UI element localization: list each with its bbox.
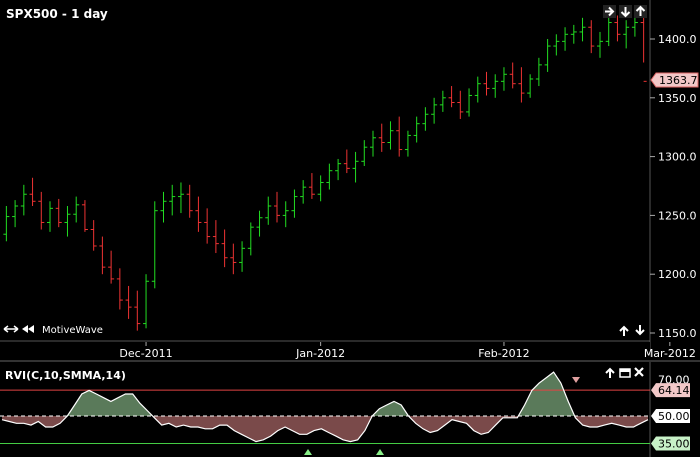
arrow-up-icon[interactable] (634, 5, 647, 18)
price-tick-label: 1150.0 (658, 327, 697, 340)
rvi-axis: 70.0064.1450.0035.00 (651, 373, 690, 451)
price-panel-background (0, 0, 700, 342)
rvi-tick-label: 50.00 (658, 410, 690, 423)
price-tick-label: 1350.0 (658, 92, 697, 105)
rvi-tick-label: 35.00 (658, 437, 690, 450)
last-price-label: 1363.7 (659, 74, 698, 87)
chart-title: SPX500 - 1 day (6, 7, 108, 21)
arrow-right-icon[interactable] (603, 5, 616, 18)
price-tick-label: 1300.0 (658, 151, 697, 164)
price-panel[interactable]: 1400.0 1350.0 1300.0 1250.0 1200.0 1150.0 SPX… (0, 0, 700, 357)
arrow-down-icon[interactable] (619, 5, 632, 18)
date-tick-label: Jan-2012 (295, 347, 345, 360)
date-tick-label: Dec-2011 (119, 347, 172, 360)
date-tick-label: Feb-2012 (478, 347, 529, 360)
chart-window: 1400.0 1350.0 1300.0 1250.0 1200.0 1150.0 SPX… (0, 0, 700, 457)
rvi-tick-label: 64.14 (658, 384, 690, 397)
last-price-badge: 1363.7 (650, 72, 699, 88)
price-tick-label: 1250.0 (658, 209, 697, 222)
price-tick-label: 1400.0 (658, 33, 697, 46)
price-tick-label: 1200.0 (658, 268, 697, 281)
watermark-label: MotiveWave (42, 325, 103, 336)
rvi-panel[interactable]: 70.0064.1450.0035.00 RVI(C,10,SMMA,14) (0, 362, 700, 457)
rvi-title: RVI(C,10,SMMA,14) (5, 369, 126, 382)
date-axis[interactable]: Dec-2011 Jan-2012 Feb-2012 Mar-2012 (0, 342, 700, 362)
date-tick-label: Mar-2012 (644, 347, 696, 360)
